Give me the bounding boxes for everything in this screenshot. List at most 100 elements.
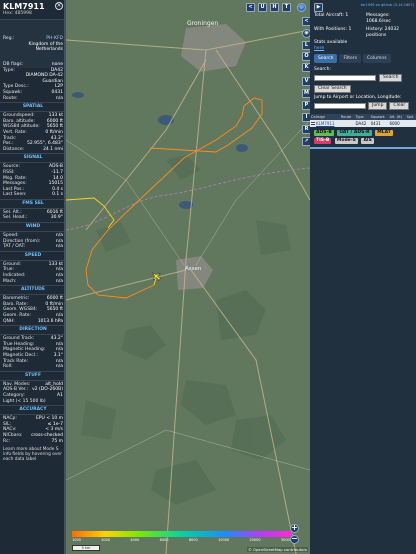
direction-value: n/a <box>55 364 63 370</box>
wind-label: TAT / OAT: <box>3 244 26 250</box>
fms-label: Sel. Head.: <box>3 215 28 221</box>
spatial-list: Groundspeed: 133 kt Baro. altitude: 6000 ft… <box>0 113 66 152</box>
tab-filters[interactable]: Filters <box>339 54 361 63</box>
section-speed: SPEED <box>0 250 66 261</box>
spatial-label: Distance: <box>3 146 25 152</box>
version-link[interactable]: tar1090 on github (3.14.1607) <box>310 0 416 7</box>
table-row[interactable]: KLM7911 DA42 0431 6000 <box>310 119 416 127</box>
legend-ticks: 1000 2000 4000 6000 8000 10000 20000 30000 <box>72 538 292 542</box>
total-aircraft: Total Aircraft: 1 <box>314 13 349 18</box>
signal-value: 0.1 s <box>52 192 63 198</box>
section-spatial: SPATIAL <box>0 102 66 113</box>
zoom-out-button[interactable]: − <box>290 535 299 544</box>
map-view[interactable]: Groningen Assen 1000 2000 4000 6000 8000 1000… <box>66 0 310 554</box>
footer-help-text: Learn more about Mode S info fields by h… <box>3 447 62 463</box>
wind-value: n/a <box>55 244 63 250</box>
legend-tick: 20000 <box>249 538 261 542</box>
nl-flag-icon <box>311 121 315 125</box>
route-label: Route: <box>3 95 18 101</box>
search-button[interactable]: Search <box>379 73 403 82</box>
history-positions: History: 24032 positions <box>366 27 399 38</box>
settings-gear-icon[interactable]: ◎ <box>297 3 306 12</box>
legend-tick: 10000 <box>218 538 230 542</box>
speed-row: Mach: n/a <box>0 279 66 285</box>
direction-list: Ground Track: 43.2° True Heading: n/a Magnet… <box>0 336 66 370</box>
altitude-value: 1013.6 hPa <box>37 318 63 324</box>
row-callsign-text[interactable]: KLM7911 <box>316 121 334 126</box>
speed-value: n/a <box>55 278 63 284</box>
wind-row: TAT / OAT: n/a <box>0 244 66 250</box>
city-label-assen: Assen <box>185 266 202 272</box>
row-speed <box>406 120 416 127</box>
speed-list: Ground: 133 kt True: n/a Indicated: n/a Mach: n… <box>0 262 66 284</box>
route-value: n/a <box>55 95 63 101</box>
city-label-groningen: Groningen <box>187 20 219 27</box>
hex-code: Hex: 485998 <box>3 11 32 16</box>
row-callsign[interactable]: KLM7911 <box>310 120 340 127</box>
aircraft-photo-area: Reg.: PH-KFD Kingdom of the Netherlands <box>0 20 66 68</box>
legend-tisb: TIS-B <box>314 137 332 144</box>
altitude-row: QNH: 1013.6 hPa <box>0 319 66 325</box>
map-canvas[interactable] <box>66 0 310 554</box>
accuracy-label: Rc: <box>3 438 11 444</box>
signal-label: Last Seen: <box>3 192 27 198</box>
jump-input[interactable] <box>314 102 366 109</box>
stuff-label: Light (< 15 500 lb) <box>3 398 46 404</box>
stuff-list: Nav. Modes: alt_hold ADS-B Ver.: v2 (DO-260… <box>0 382 66 404</box>
section-direction: DIRECTION <box>0 325 66 336</box>
section-fms-sel: FMS SEL <box>0 198 66 209</box>
zoom-in-button[interactable]: + <box>290 524 299 533</box>
type-label: Type: <box>3 67 15 73</box>
country: Kingdom of the Netherlands <box>28 41 64 53</box>
reg-label: Reg.: <box>3 36 15 41</box>
tab-search[interactable]: Search <box>314 54 338 63</box>
table-scrollbar[interactable] <box>310 146 416 149</box>
legend-tick: 8000 <box>188 538 198 542</box>
jump-label: Jump to Airport or Location, Longitude: <box>314 94 402 100</box>
stuff-row: Light (< 15 500 lb) <box>0 399 66 405</box>
clear-search-button[interactable]: Clear Search <box>314 84 351 93</box>
direction-row: Roll: n/a <box>0 364 66 370</box>
fms-value: 30.9° <box>50 215 63 221</box>
spatial-row: Distance: 24.1 nmi <box>0 147 66 153</box>
row-route <box>340 120 355 127</box>
clear-button[interactable]: Clear <box>389 101 410 110</box>
altitude-list: Barometric: 6000 ft Baro. Rate: 0 ft/min Geo… <box>0 296 66 324</box>
with-positions: With Positions: 1 <box>314 27 352 32</box>
legend-mlat: MLAT <box>375 129 393 136</box>
map-scale: 5 km <box>72 545 100 551</box>
map-button-t[interactable]: T <box>282 3 291 12</box>
row-altitude: 6000 <box>389 120 400 126</box>
altitude-label: QNH: <box>3 318 15 324</box>
messages-rate: Messages: 1068.6/sec <box>366 13 391 24</box>
close-icon[interactable]: × <box>55 2 63 10</box>
stuff-value: A1 <box>57 392 63 398</box>
jump-button[interactable]: Jump <box>368 101 388 110</box>
tab-columns[interactable]: Columns <box>362 54 391 63</box>
accuracy-list: NACp: EPU < 10 m SIL: ≤ 1e-7 NACv: < 3 m/s NIC… <box>0 416 66 444</box>
legend-adsb: ADS-B <box>314 129 334 136</box>
legend-modes: Mode-S <box>334 137 358 144</box>
fms-row: Sel. Head.: 30.9° <box>0 215 66 221</box>
type-description: DIAMOND DA-42 Guardian <box>25 73 63 84</box>
legend-ais: AIS <box>361 137 374 144</box>
direction-label: Roll: <box>3 364 13 370</box>
section-accuracy: ACCURACY <box>0 405 66 416</box>
stats-link[interactable]: here <box>310 46 416 52</box>
accuracy-value: 75 m <box>51 438 63 444</box>
collapse-sidebar-button[interactable]: ▶ <box>314 3 323 12</box>
legend-uat: UAT / ADS-R <box>337 129 372 136</box>
aircraft-info-panel: KLM7911 Hex: 485998 × Reg.: PH-KFD Kingdo… <box>0 0 66 554</box>
signal-row: Last Seen: 0.1 s <box>0 192 66 198</box>
fms-list: Sel. Alt.: 6016 ft Sel. Head.: 30.9° <box>0 210 66 221</box>
section-altitude: ALTITUDE <box>0 285 66 296</box>
section-signal: SIGNAL <box>0 153 66 164</box>
map-button-u[interactable]: U <box>258 3 267 12</box>
signal-list: Source: ADS-B RSSI: -11.7 Msg. Rate: 14.0 Mess… <box>0 164 66 198</box>
map-button-0[interactable]: < <box>246 3 255 12</box>
speed-label: Mach: <box>3 278 17 284</box>
map-button-h[interactable]: H <box>270 3 279 12</box>
aircraft-header: KLM7911 Hex: 485998 × <box>0 0 66 20</box>
legend-tick: 1000 <box>72 538 81 542</box>
search-input[interactable] <box>314 74 376 81</box>
